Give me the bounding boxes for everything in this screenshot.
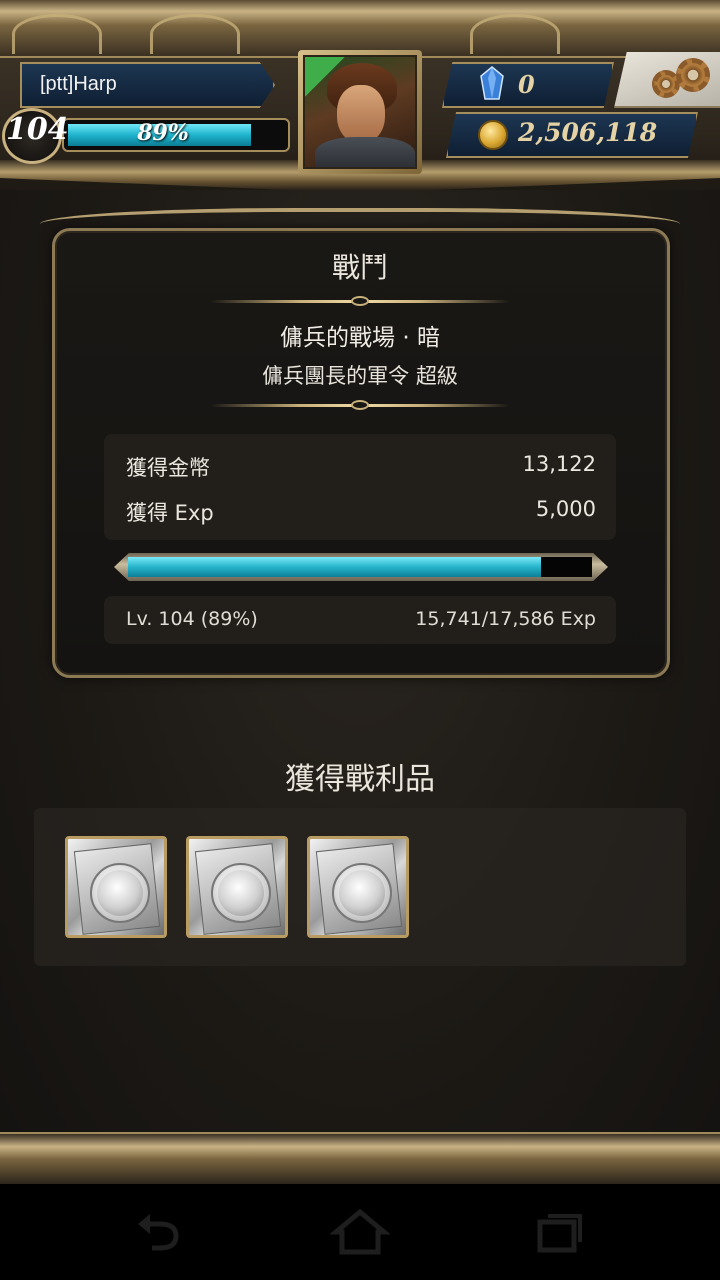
panel-title: 戰鬥 [331, 251, 388, 284]
player-level: 104 [6, 112, 69, 147]
exp-reward-label: 獲得 Exp [126, 501, 214, 525]
loot-item[interactable] [307, 836, 409, 938]
left-ornament-2 [150, 14, 240, 54]
coin-count: 2,506,118 [518, 118, 658, 147]
loot-item[interactable] [186, 836, 288, 938]
silver-coin-icon [90, 863, 150, 923]
right-ornament [470, 14, 560, 54]
exp-reward-value: 5,000 [535, 497, 596, 521]
left-ornament [12, 14, 102, 54]
battle-result-screen: [ptt]Harp 89% 104 0 2,506,118 戰鬥 傭兵的戰場 ·… [0, 0, 720, 1184]
level-status: Lv. 104 (89%) [126, 608, 258, 630]
gem-icon [480, 66, 504, 100]
silver-coin-icon [211, 863, 271, 923]
coin-reward-label: 獲得金幣 [126, 456, 210, 480]
exp-status: 15,741/17,586 Exp [415, 608, 596, 630]
divider-knot-bottom [351, 400, 369, 410]
loot-title: 獲得戰利品 [285, 762, 435, 797]
stage-name: 傭兵的戰場 · 暗 [280, 325, 440, 351]
settings-button[interactable] [614, 52, 720, 108]
home-icon[interactable] [330, 1208, 390, 1256]
portrait-armor [315, 137, 415, 167]
bottom-trim [0, 1132, 720, 1184]
gear-icon-large [676, 58, 710, 92]
back-icon[interactable] [130, 1208, 190, 1256]
mission-name: 傭兵團長的軍令 超級 [262, 364, 458, 388]
coin-reward-value: 13,122 [522, 452, 596, 476]
exp-progress-fill [128, 557, 541, 577]
panel-ornament [40, 208, 680, 248]
portrait-face [337, 85, 385, 143]
loot-item[interactable] [65, 836, 167, 938]
gem-count: 0 [518, 70, 535, 99]
portrait-image [303, 55, 417, 169]
silver-coin-icon [332, 863, 392, 923]
recent-apps-icon[interactable] [530, 1208, 590, 1256]
player-name: [ptt]Harp [40, 73, 117, 95]
leader-portrait[interactable] [298, 50, 422, 174]
coin-icon [478, 120, 508, 150]
divider-knot-top [351, 296, 369, 306]
header-exp-percent: 89% [137, 120, 189, 146]
